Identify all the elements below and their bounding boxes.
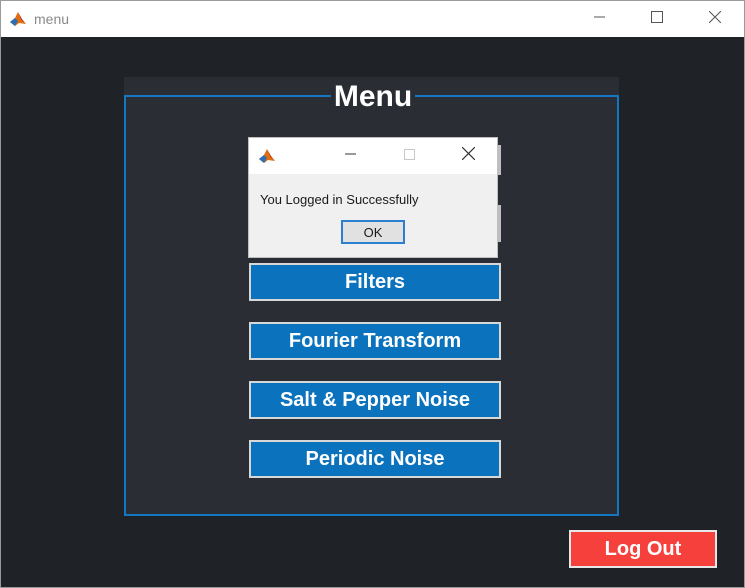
title-bar[interactable]: menu xyxy=(1,1,744,37)
dialog-maximize-button xyxy=(385,138,433,174)
minimize-icon xyxy=(345,147,357,165)
dialog-message: You Logged in Successfully xyxy=(260,192,419,207)
close-icon xyxy=(461,146,475,165)
app-window: menu Menu Filters Fourier Transform Salt… xyxy=(0,0,745,588)
matlab-icon xyxy=(9,10,27,28)
occluded-button-edge xyxy=(498,205,501,242)
close-icon xyxy=(708,10,722,28)
maximize-button[interactable] xyxy=(628,1,686,37)
matlab-icon xyxy=(258,147,276,165)
content-area: Menu Filters Fourier Transform Salt & Pe… xyxy=(1,37,744,587)
maximize-icon xyxy=(651,10,663,28)
minimize-button[interactable] xyxy=(571,1,629,37)
salt-pepper-noise-button[interactable]: Salt & Pepper Noise xyxy=(249,381,501,419)
login-success-dialog: You Logged in Successfully OK xyxy=(248,137,498,258)
dialog-minimize-button[interactable] xyxy=(327,138,375,174)
filters-button[interactable]: Filters xyxy=(249,263,501,301)
dialog-title-bar[interactable] xyxy=(249,138,497,174)
logout-button[interactable]: Log Out xyxy=(569,530,717,568)
periodic-noise-button[interactable]: Periodic Noise xyxy=(249,440,501,478)
occluded-button-edge xyxy=(498,145,501,175)
ok-button[interactable]: OK xyxy=(341,220,405,244)
dialog-close-button[interactable] xyxy=(444,138,492,174)
close-button[interactable] xyxy=(686,1,744,37)
minimize-icon xyxy=(594,10,606,28)
fourier-transform-button[interactable]: Fourier Transform xyxy=(249,322,501,360)
window-title: menu xyxy=(34,11,70,27)
menu-title: Menu xyxy=(331,77,415,117)
maximize-icon xyxy=(403,147,415,165)
